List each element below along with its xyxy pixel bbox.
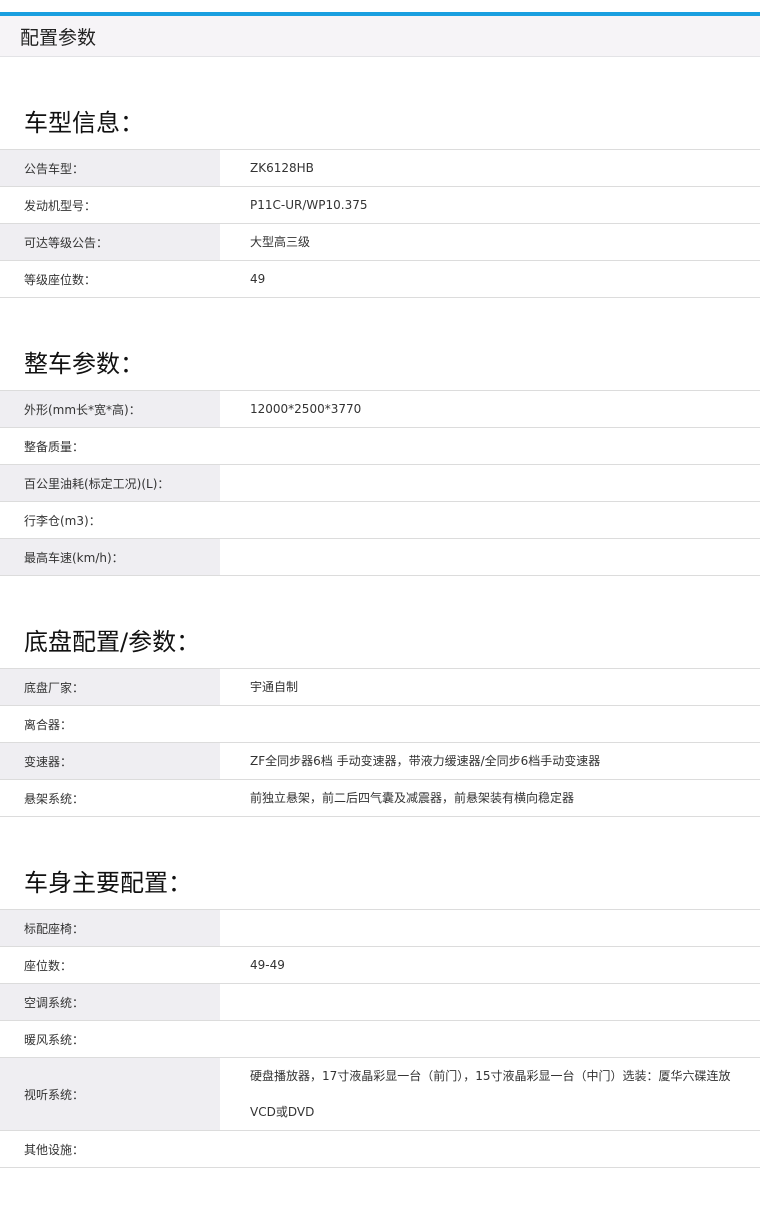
page-title: 配置参数 (20, 26, 97, 49)
section-vehicle-params: 整车参数： 外形(mm长*宽*高)： 12000*2500*3770 整备质量：… (0, 346, 760, 576)
spec-table: 外形(mm长*宽*高)： 12000*2500*3770 整备质量： 百公里油耗… (0, 390, 760, 576)
spec-row: 离合器： (0, 706, 760, 743)
spec-value: 49-49 (250, 958, 285, 972)
spec-value: 12000*2500*3770 (250, 402, 362, 416)
spec-row: 视听系统： 硬盘播放器，17寸液晶彩显一台（前门），15寸液晶彩显一台（中门）选… (0, 1058, 760, 1131)
section-body-config: 车身主要配置： 标配座椅： 座位数： 49-49 空调系统： 暖风系统： 视听系… (0, 865, 760, 1168)
spec-value: 前独立悬架，前二后四气囊及减震器，前悬架装有横向稳定器 (250, 791, 575, 805)
spec-label: 外形(mm长*宽*高)： (0, 391, 220, 427)
spec-value (220, 910, 760, 946)
spec-table: 底盘厂家： 宇通自制 离合器： 变速器： ZF全同步器6档 手动变速器，带液力缓… (0, 668, 760, 817)
spec-value (220, 1131, 760, 1167)
spec-value: 大型高三级 (250, 235, 311, 249)
section-vehicle-info: 车型信息： 公告车型： ZK6128HB 发动机型号： P11C-UR/WP10… (0, 105, 760, 298)
spec-label: 其他设施： (24, 1142, 85, 1157)
spec-label: 视听系统： (0, 1058, 220, 1130)
spec-row: 暖风系统： (0, 1021, 760, 1058)
spec-row: 外形(mm长*宽*高)： 12000*2500*3770 (0, 391, 760, 428)
spec-row: 悬架系统： 前独立悬架，前二后四气囊及减震器，前悬架装有横向稳定器 (0, 780, 760, 817)
spec-label: 公告车型： (0, 150, 220, 186)
spec-label: 座位数： (24, 958, 73, 973)
spec-value (220, 465, 760, 501)
spec-label: 离合器： (24, 717, 73, 732)
spec-label: 等级座位数： (24, 272, 97, 287)
spec-label: 整备质量： (24, 439, 85, 454)
spec-label: 行李仓(m3)： (24, 513, 101, 528)
spec-value: P11C-UR/WP10.375 (250, 198, 368, 212)
spec-value: ZF全同步器6档 手动变速器，带液力缓速器/全同步6档手动变速器 (250, 754, 601, 768)
spec-row: 可达等级公告： 大型高三级 (0, 224, 760, 261)
spec-row: 行李仓(m3)： (0, 502, 760, 539)
spec-label: 底盘厂家： (0, 669, 220, 705)
section-title: 底盘配置/参数： (24, 628, 201, 656)
spec-label: 暖风系统： (24, 1032, 85, 1047)
section-title: 整车参数： (24, 350, 144, 378)
spec-label: 悬架系统： (24, 791, 85, 806)
section-title: 车身主要配置： (24, 869, 192, 897)
spec-value (220, 706, 760, 742)
spec-value (220, 1021, 760, 1057)
spec-row: 公告车型： ZK6128HB (0, 150, 760, 187)
spec-label: 变速器： (0, 743, 220, 779)
spec-row: 其他设施： (0, 1131, 760, 1168)
spec-label: 最高车速(km/h)： (0, 539, 220, 575)
spec-table: 公告车型： ZK6128HB 发动机型号： P11C-UR/WP10.375 可… (0, 149, 760, 298)
spec-label: 可达等级公告： (0, 224, 220, 260)
spec-row: 座位数： 49-49 (0, 947, 760, 984)
page-header: 配置参数 (0, 16, 760, 57)
spec-table: 标配座椅： 座位数： 49-49 空调系统： 暖风系统： 视听系统： 硬盘播放器… (0, 909, 760, 1168)
spec-label: 发动机型号： (24, 198, 97, 213)
spec-value (220, 502, 760, 538)
spec-row: 等级座位数： 49 (0, 261, 760, 298)
spec-label: 空调系统： (0, 984, 220, 1020)
section-chassis-config: 底盘配置/参数： 底盘厂家： 宇通自制 离合器： 变速器： ZF全同步器6档 手… (0, 624, 760, 817)
spec-label: 标配座椅： (0, 910, 220, 946)
spec-row: 发动机型号： P11C-UR/WP10.375 (0, 187, 760, 224)
spec-value: 硬盘播放器，17寸液晶彩显一台（前门），15寸液晶彩显一台（中门）选装：厦华六碟… (250, 1069, 731, 1119)
spec-value: 49 (250, 272, 266, 286)
spec-row: 标配座椅： (0, 910, 760, 947)
spec-row: 百公里油耗(标定工况)(L)： (0, 465, 760, 502)
spec-row: 最高车速(km/h)： (0, 539, 760, 576)
spec-row: 整备质量： (0, 428, 760, 465)
spec-label: 百公里油耗(标定工况)(L)： (0, 465, 220, 501)
spec-value: ZK6128HB (250, 161, 314, 175)
spec-value: 宇通自制 (250, 680, 299, 694)
section-title: 车型信息： (24, 109, 144, 137)
spec-value (220, 539, 760, 575)
spec-value (220, 984, 760, 1020)
spec-row: 空调系统： (0, 984, 760, 1021)
spec-row: 底盘厂家： 宇通自制 (0, 669, 760, 706)
spec-row: 变速器： ZF全同步器6档 手动变速器，带液力缓速器/全同步6档手动变速器 (0, 743, 760, 780)
spec-value (220, 428, 760, 464)
